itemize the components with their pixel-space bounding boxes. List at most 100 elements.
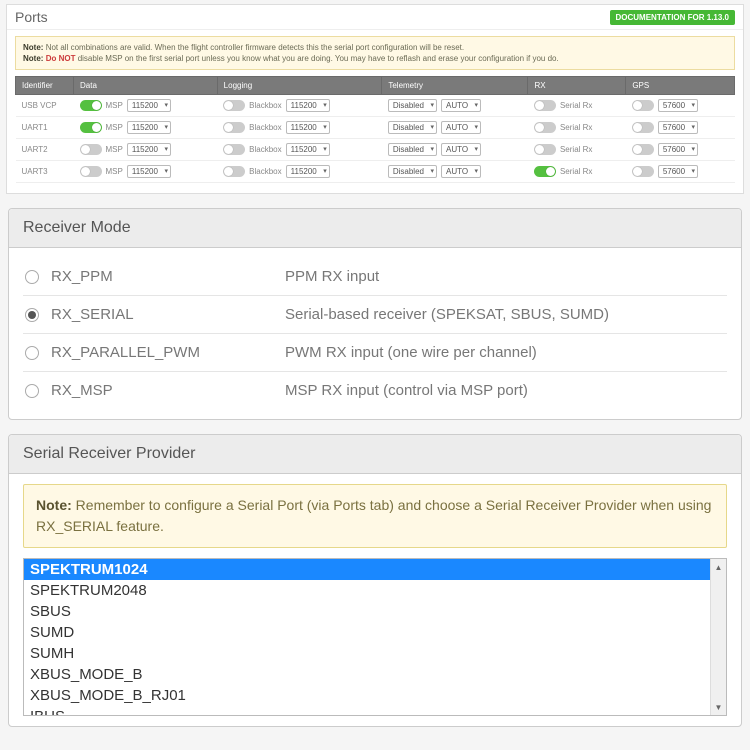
ports-row: UART2 MSP 115200 Blackbox 115200 Disabled AUTO… [16,139,735,161]
ports-row: UART1 MSP 115200 Blackbox 115200 Disabled AUTO… [16,117,735,139]
serialrx-label: Serial Rx [560,167,592,176]
ports-warning: Note: Not all combinations are valid. Wh… [15,36,735,70]
blackbox-baud-select[interactable]: 115200 [286,165,330,178]
blackbox-baud-select[interactable]: 115200 [286,99,330,112]
serialrx-label: Serial Rx [560,123,592,132]
msp-label: MSP [106,101,123,110]
serial-provider-title: Serial Receiver Provider [9,435,741,474]
port-identifier: UART3 [16,161,74,183]
serial-provider-note: Note: Remember to configure a Serial Por… [23,484,727,548]
receiver-mode-name: RX_SERIAL [51,306,134,323]
col-rx: RX [528,77,626,95]
serial-provider-listbox[interactable]: SPEKTRUM1024SPEKTRUM2048SBUSSUMDSUMHXBUS… [23,558,727,716]
msp-label: MSP [106,145,123,154]
serialrx-toggle[interactable] [534,166,556,177]
msp-baud-select[interactable]: 115200 [127,165,171,178]
telemetry-baud-select[interactable]: AUTO [441,165,481,178]
msp-toggle[interactable] [80,166,102,177]
col-data: Data [74,77,218,95]
msp-baud-select[interactable]: 115200 [127,99,171,112]
provider-option[interactable]: SBUS [24,601,726,622]
provider-option[interactable]: SPEKTRUM2048 [24,580,726,601]
ports-row: USB VCP MSP 115200 Blackbox 115200 Disabled AU… [16,95,735,117]
gps-toggle[interactable] [632,122,654,133]
msp-label: MSP [106,167,123,176]
col-telemetry: Telemetry [382,77,528,95]
ports-header-row: Identifier Data Logging Telemetry RX GPS [16,77,735,95]
scroll-up-icon[interactable]: ▲ [711,559,726,575]
receiver-mode-option[interactable]: RX_SERIAL Serial-based receiver (SPEKSAT,… [23,296,727,334]
msp-baud-select[interactable]: 115200 [127,121,171,134]
provider-option[interactable]: SUMD [24,622,726,643]
blackbox-toggle[interactable] [223,100,245,111]
col-gps: GPS [626,77,735,95]
blackbox-label: Blackbox [249,123,281,132]
ports-header: Ports DOCUMENTATION FOR 1.13.0 [7,5,743,30]
provider-option[interactable]: SUMH [24,643,726,664]
radio-icon[interactable] [25,270,39,284]
receiver-mode-desc: MSP RX input (control via MSP port) [285,382,725,399]
ports-panel: Ports DOCUMENTATION FOR 1.13.0 Note: Not… [6,4,744,194]
gps-toggle[interactable] [632,166,654,177]
gps-baud-select[interactable]: 57600 [658,143,698,156]
telemetry-type-select[interactable]: Disabled [388,143,437,156]
telemetry-type-select[interactable]: Disabled [388,121,437,134]
receiver-mode-name: RX_MSP [51,382,113,399]
port-identifier: USB VCP [16,95,74,117]
blackbox-baud-select[interactable]: 115200 [286,121,330,134]
gps-toggle[interactable] [632,100,654,111]
serialrx-toggle[interactable] [534,144,556,155]
receiver-mode-desc: PWM RX input (one wire per channel) [285,344,725,361]
gps-baud-select[interactable]: 57600 [658,165,698,178]
telemetry-baud-select[interactable]: AUTO [441,99,481,112]
ports-table: Identifier Data Logging Telemetry RX GPS… [15,76,735,183]
port-identifier: UART2 [16,139,74,161]
receiver-mode-title: Receiver Mode [9,209,741,248]
receiver-mode-name: RX_PARALLEL_PWM [51,344,200,361]
serialrx-toggle[interactable] [534,100,556,111]
receiver-mode-option[interactable]: RX_PPM PPM RX input [23,258,727,296]
receiver-mode-option[interactable]: RX_MSP MSP RX input (control via MSP port… [23,372,727,409]
blackbox-toggle[interactable] [223,144,245,155]
gps-baud-select[interactable]: 57600 [658,121,698,134]
serial-provider-section: Serial Receiver Provider Note: Remember … [8,434,742,727]
radio-icon[interactable] [25,346,39,360]
blackbox-baud-select[interactable]: 115200 [286,143,330,156]
port-identifier: UART1 [16,117,74,139]
col-identifier: Identifier [16,77,74,95]
blackbox-label: Blackbox [249,101,281,110]
blackbox-toggle[interactable] [223,122,245,133]
ports-row: UART3MSP115200Blackbox115200DisabledAUTO… [16,161,735,183]
blackbox-label: Blackbox [249,145,281,154]
blackbox-toggle[interactable] [223,166,245,177]
serialrx-label: Serial Rx [560,101,592,110]
msp-baud-select[interactable]: 115200 [127,143,171,156]
receiver-mode-desc: PPM RX input [285,268,725,285]
serialrx-label: Serial Rx [560,145,592,154]
scroll-down-icon[interactable]: ▼ [711,699,726,715]
radio-icon[interactable] [25,308,39,322]
receiver-mode-desc: Serial-based receiver (SPEKSAT, SBUS, SU… [285,306,725,323]
provider-option[interactable]: XBUS_MODE_B_RJ01 [24,685,726,706]
provider-option[interactable]: IBUS [24,706,726,715]
provider-option[interactable]: SPEKTRUM1024 [24,559,726,580]
telemetry-baud-select[interactable]: AUTO [441,121,481,134]
gps-baud-select[interactable]: 57600 [658,99,698,112]
provider-option[interactable]: XBUS_MODE_B [24,664,726,685]
msp-toggle[interactable] [80,144,102,155]
ports-title: Ports [15,9,48,25]
msp-label: MSP [106,123,123,132]
telemetry-baud-select[interactable]: AUTO [441,143,481,156]
msp-toggle[interactable] [80,100,102,111]
receiver-mode-option[interactable]: RX_PARALLEL_PWM PWM RX input (one wire pe… [23,334,727,372]
radio-icon[interactable] [25,384,39,398]
documentation-badge[interactable]: DOCUMENTATION FOR 1.13.0 [610,10,736,25]
gps-toggle[interactable] [632,144,654,155]
telemetry-type-select[interactable]: Disabled [388,99,437,112]
col-logging: Logging [217,77,382,95]
msp-toggle[interactable] [80,122,102,133]
serialrx-toggle[interactable] [534,122,556,133]
telemetry-type-select[interactable]: Disabled [388,165,437,178]
receiver-mode-name: RX_PPM [51,268,113,285]
scrollbar-track[interactable]: ▲ ▼ [710,559,726,715]
